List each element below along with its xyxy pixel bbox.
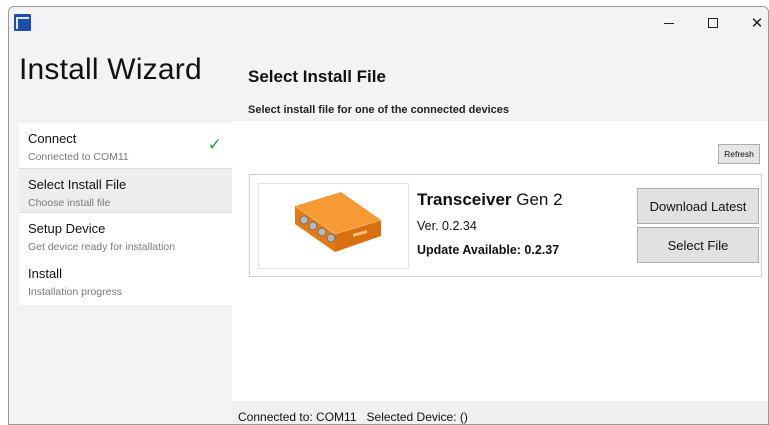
main-content: Select Install File Select install file … [232,39,768,401]
step-title: Select Install File [28,177,127,192]
step-subtitle: Installation progress [28,286,122,298]
step-subtitle: Get device ready for installation [28,241,176,253]
status-connection: Connected to: COM11 [238,410,357,424]
close-button[interactable]: ✕ [735,7,768,39]
title-bar[interactable]: ✕ [9,7,768,39]
page-title: Select Install File [248,67,386,86]
device-card: Transceiver Gen 2 Ver. 0.2.34 Update Ava… [249,174,762,277]
transceiver-device-image [258,183,409,269]
wizard-steps: Connect Connected to COM11 ✓ Select Inst… [19,123,232,305]
app-icon [14,14,31,31]
wizard-title: Install Wizard [19,53,202,86]
step-title: Setup Device [28,221,106,236]
select-file-button[interactable]: Select File [637,227,759,263]
update-available: Update Available: 0.2.37 [417,243,560,257]
app-window: ✕ Install Wizard Connect Connected to CO… [8,6,769,425]
transceiver-device-icon [294,192,382,252]
step-connect[interactable]: Connect Connected to COM11 ✓ [19,123,232,168]
step-title: Install [28,266,62,281]
step-subtitle: Choose install file [28,197,111,209]
device-name: Transceiver Gen 2 [417,190,563,210]
minimize-button[interactable] [647,7,691,39]
close-icon: ✕ [750,13,764,32]
device-version: Ver. 0.2.34 [417,219,477,233]
step-title: Connect [28,131,77,146]
download-latest-button[interactable]: Download Latest [637,188,759,224]
maximize-button[interactable] [691,7,735,39]
content-header: Select Install File Select install file … [232,39,768,121]
step-install[interactable]: Install Installation progress [19,258,232,303]
device-model: Transceiver [417,190,512,209]
step-select-install-file[interactable]: Select Install File Choose install file [19,168,232,213]
checkmark-icon: ✓ [207,135,222,155]
device-generation: Gen 2 [516,190,563,209]
step-subtitle: Connected to COM11 [28,151,129,163]
status-bar: Connected to: COM11 Selected Device: () [232,401,768,424]
step-setup-device[interactable]: Setup Device Get device ready for instal… [19,213,232,258]
minimize-icon [664,22,674,24]
page-subtitle: Select install file for one of the conne… [248,104,510,116]
refresh-button[interactable]: Refresh [718,144,760,164]
status-selected-device: Selected Device: () [366,410,468,424]
maximize-icon [708,18,718,28]
